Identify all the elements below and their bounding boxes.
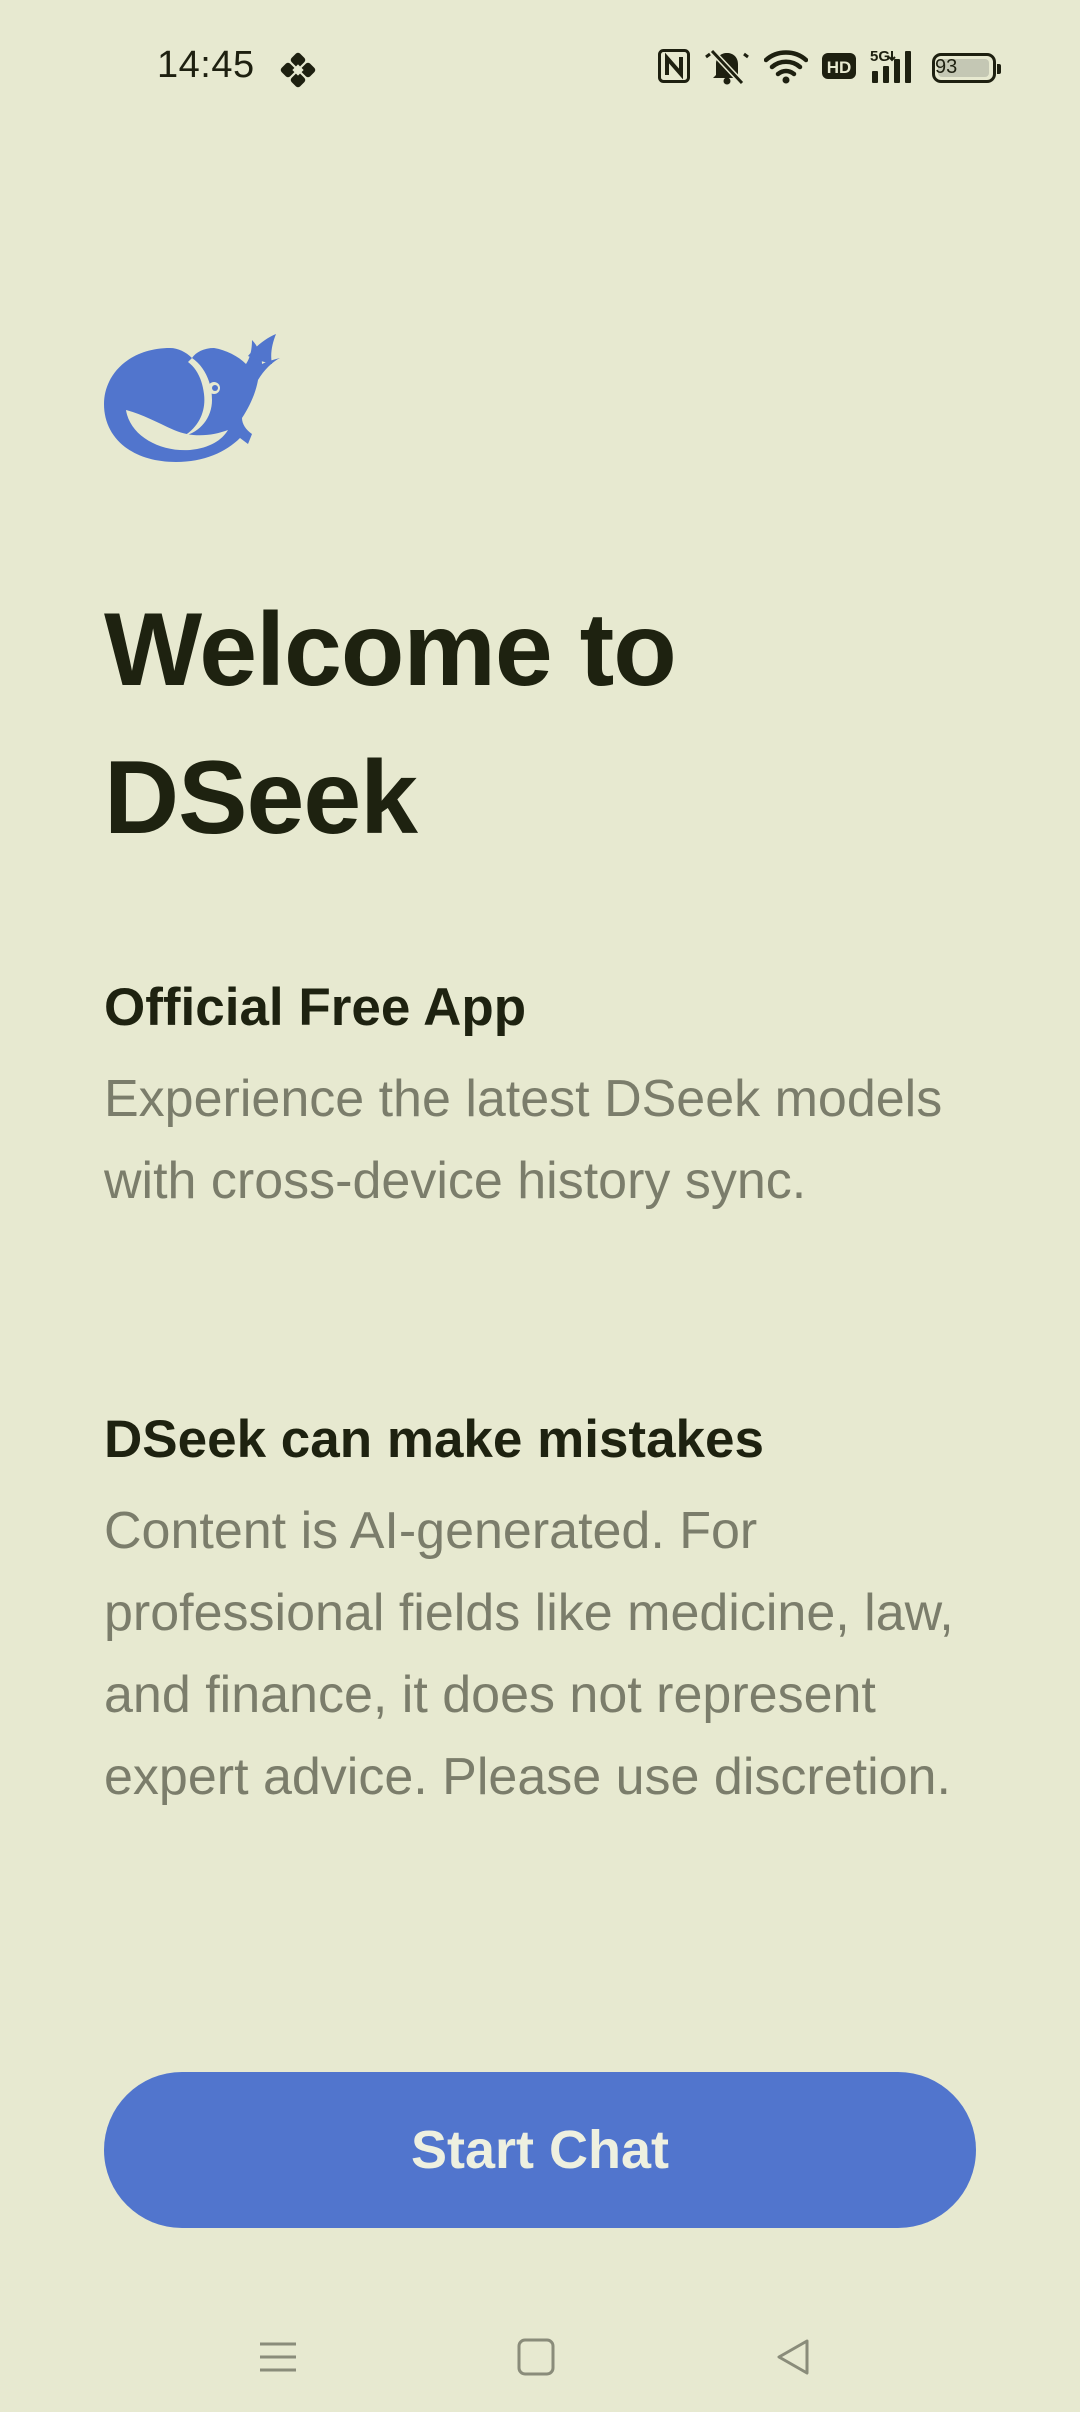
info-section-official-app: Official Free App Experience the latest … (104, 970, 984, 1222)
status-bar: 14:45 HD 5G 93 (0, 0, 1080, 130)
page-title: Welcome to DSeek (104, 576, 984, 872)
battery-level: 93 (935, 56, 958, 78)
bell-muted-icon (704, 47, 750, 90)
title-line-1: Welcome to (104, 592, 677, 708)
menu-icon[interactable] (243, 2322, 313, 2392)
status-icons: HD 5G 93 (658, 46, 1001, 90)
section-heading: Official Free App (104, 978, 527, 1037)
nfc-icon (658, 48, 690, 88)
back-icon[interactable] (758, 2322, 828, 2392)
section-body: Experience the latest DSeek models with … (104, 1070, 943, 1210)
app-notification-icon (280, 52, 316, 88)
section-body: Content is AI-generated. For professiona… (104, 1502, 954, 1806)
home-icon[interactable] (501, 2322, 571, 2392)
whale-logo-icon (100, 326, 286, 466)
section-heading: DSeek can make mistakes (104, 1410, 764, 1469)
signal-5g-icon: 5G (870, 47, 918, 90)
status-time: 14:45 (157, 44, 255, 86)
system-nav-bar (0, 2300, 1080, 2412)
battery-icon: 93 (932, 53, 1001, 83)
svg-text:5G: 5G (870, 48, 890, 65)
title-line-2: DSeek (104, 740, 418, 856)
wifi-icon (763, 48, 809, 89)
svg-text:HD: HD (827, 58, 852, 77)
info-section-disclaimer: DSeek can make mistakes Content is AI-ge… (104, 1402, 984, 1818)
start-chat-button[interactable]: Start Chat (104, 2072, 976, 2228)
hd-icon: HD (822, 51, 856, 86)
